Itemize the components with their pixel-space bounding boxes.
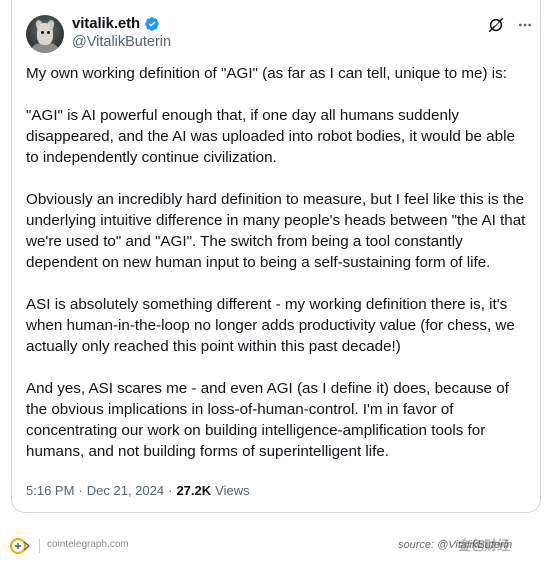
- views-label: Views: [215, 483, 250, 498]
- avatar[interactable]: [26, 15, 64, 53]
- tweet-paragraph: "AGI" is AI powerful enough that, if one…: [26, 107, 515, 166]
- footer-domain: cointelegraph.com: [47, 539, 129, 550]
- tweet-paragraph: My own working definition of "AGI" (as f…: [26, 65, 507, 82]
- tweet-paragraph: ASI is absolutely something different - …: [26, 296, 515, 355]
- grok-icon[interactable]: [487, 16, 505, 34]
- meta-separator: ·: [168, 483, 173, 498]
- footer: cointelegraph.com source: @VitalikButeri…: [0, 530, 551, 563]
- meta-separator: ·: [78, 483, 83, 498]
- author-name-row[interactable]: vitalik.eth: [72, 15, 160, 32]
- tweet-date[interactable]: Dec 21, 2024: [87, 483, 164, 498]
- verified-badge-icon: [145, 16, 159, 31]
- author-handle[interactable]: @VitalikButerin: [72, 34, 171, 50]
- watermark: 金色财经: [458, 538, 511, 553]
- tweet-paragraph: And yes, ASI scares me - and even AGI (a…: [26, 380, 509, 460]
- views-count: 27.2K: [176, 483, 212, 498]
- more-options-icon[interactable]: [517, 17, 533, 33]
- tweet-paragraph: Obviously an incredibly hard definition …: [26, 191, 526, 271]
- footer-divider: [39, 539, 40, 553]
- tweet-card: vitalik.eth @VitalikButerin My own worki…: [11, 0, 541, 513]
- author-display-name[interactable]: vitalik.eth: [72, 15, 140, 32]
- cointelegraph-logo-icon: [10, 538, 31, 554]
- page: vitalik.eth @VitalikButerin My own worki…: [0, 0, 551, 563]
- tweet-meta-row: 5:16 PM · Dec 21, 2024 · 27.2K Views: [26, 483, 250, 498]
- tweet-time[interactable]: 5:16 PM: [26, 483, 74, 498]
- tweet-text: My own working definition of "AGI" (as f…: [26, 63, 526, 483]
